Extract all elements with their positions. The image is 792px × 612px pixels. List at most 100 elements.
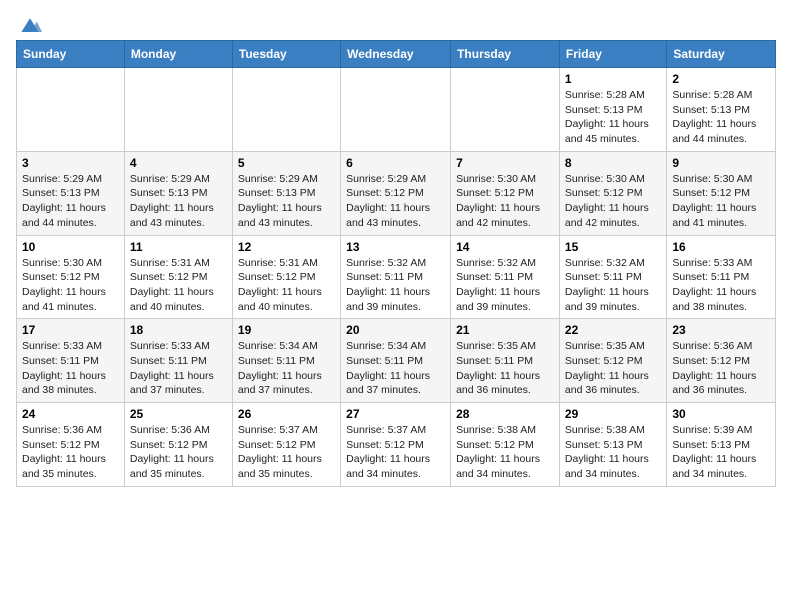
calendar-cell: 24 Sunrise: 5:36 AM Sunset: 5:12 PM Dayli…	[17, 403, 125, 487]
calendar-cell: 25 Sunrise: 5:36 AM Sunset: 5:12 PM Dayli…	[124, 403, 232, 487]
weekday-header-sunday: Sunday	[17, 41, 125, 68]
day-info: Sunrise: 5:37 AM Sunset: 5:12 PM Dayligh…	[346, 423, 445, 482]
day-info: Sunrise: 5:34 AM Sunset: 5:11 PM Dayligh…	[346, 339, 445, 398]
day-number: 1	[565, 72, 661, 86]
logo	[16, 16, 42, 32]
day-number: 22	[565, 323, 661, 337]
calendar-cell: 12 Sunrise: 5:31 AM Sunset: 5:12 PM Dayli…	[232, 235, 340, 319]
calendar-cell: 5 Sunrise: 5:29 AM Sunset: 5:13 PM Daylig…	[232, 151, 340, 235]
weekday-header-saturday: Saturday	[667, 41, 776, 68]
day-info: Sunrise: 5:36 AM Sunset: 5:12 PM Dayligh…	[130, 423, 227, 482]
calendar-cell: 29 Sunrise: 5:38 AM Sunset: 5:13 PM Dayli…	[559, 403, 666, 487]
calendar-cell: 2 Sunrise: 5:28 AM Sunset: 5:13 PM Daylig…	[667, 68, 776, 152]
calendar-cell: 30 Sunrise: 5:39 AM Sunset: 5:13 PM Dayli…	[667, 403, 776, 487]
day-info: Sunrise: 5:35 AM Sunset: 5:12 PM Dayligh…	[565, 339, 661, 398]
day-info: Sunrise: 5:33 AM Sunset: 5:11 PM Dayligh…	[22, 339, 119, 398]
calendar-cell: 13 Sunrise: 5:32 AM Sunset: 5:11 PM Dayli…	[341, 235, 451, 319]
calendar-cell: 19 Sunrise: 5:34 AM Sunset: 5:11 PM Dayli…	[232, 319, 340, 403]
weekday-header-monday: Monday	[124, 41, 232, 68]
calendar-cell: 3Sunrise: 5:29 AM Sunset: 5:13 PM Daylig…	[17, 151, 125, 235]
calendar-cell: 26 Sunrise: 5:37 AM Sunset: 5:12 PM Dayli…	[232, 403, 340, 487]
calendar-cell: 4 Sunrise: 5:29 AM Sunset: 5:13 PM Daylig…	[124, 151, 232, 235]
calendar-cell: 10Sunrise: 5:30 AM Sunset: 5:12 PM Dayli…	[17, 235, 125, 319]
page-header	[16, 16, 776, 32]
day-number: 25	[130, 407, 227, 421]
day-number: 26	[238, 407, 335, 421]
calendar-table: SundayMondayTuesdayWednesdayThursdayFrid…	[16, 40, 776, 487]
day-info: Sunrise: 5:29 AM Sunset: 5:13 PM Dayligh…	[130, 172, 227, 231]
calendar-cell: 9Sunrise: 5:30 AM Sunset: 5:12 PM Daylig…	[667, 151, 776, 235]
day-number: 29	[565, 407, 661, 421]
calendar-week-row: 3Sunrise: 5:29 AM Sunset: 5:13 PM Daylig…	[17, 151, 776, 235]
calendar-cell: 8 Sunrise: 5:30 AM Sunset: 5:12 PM Daylig…	[559, 151, 666, 235]
calendar-week-row: 1 Sunrise: 5:28 AM Sunset: 5:13 PM Daylig…	[17, 68, 776, 152]
day-number: 12	[238, 240, 335, 254]
day-info: Sunrise: 5:36 AM Sunset: 5:12 PM Dayligh…	[22, 423, 119, 482]
calendar-cell	[232, 68, 340, 152]
day-info: Sunrise: 5:29 AM Sunset: 5:13 PM Dayligh…	[22, 172, 119, 231]
day-info: Sunrise: 5:30 AM Sunset: 5:12 PM Dayligh…	[456, 172, 554, 231]
day-info: Sunrise: 5:33 AM Sunset: 5:11 PM Dayligh…	[130, 339, 227, 398]
calendar-week-row: 24 Sunrise: 5:36 AM Sunset: 5:12 PM Dayli…	[17, 403, 776, 487]
day-info: Sunrise: 5:33 AM Sunset: 5:11 PM Dayligh…	[672, 256, 770, 315]
day-info: Sunrise: 5:39 AM Sunset: 5:13 PM Dayligh…	[672, 423, 770, 482]
day-number: 23	[672, 323, 770, 337]
day-info: Sunrise: 5:36 AM Sunset: 5:12 PM Dayligh…	[672, 339, 770, 398]
calendar-cell: 7 Sunrise: 5:30 AM Sunset: 5:12 PM Daylig…	[451, 151, 560, 235]
day-number: 24	[22, 407, 119, 421]
calendar-cell: 6 Sunrise: 5:29 AM Sunset: 5:12 PM Daylig…	[341, 151, 451, 235]
calendar-cell: 15 Sunrise: 5:32 AM Sunset: 5:11 PM Dayli…	[559, 235, 666, 319]
calendar-cell: 28 Sunrise: 5:38 AM Sunset: 5:12 PM Dayli…	[451, 403, 560, 487]
day-number: 4	[130, 156, 227, 170]
day-info: Sunrise: 5:38 AM Sunset: 5:12 PM Dayligh…	[456, 423, 554, 482]
logo-icon	[18, 16, 42, 36]
calendar-cell: 23 Sunrise: 5:36 AM Sunset: 5:12 PM Dayli…	[667, 319, 776, 403]
day-info: Sunrise: 5:30 AM Sunset: 5:12 PM Dayligh…	[22, 256, 119, 315]
calendar-cell: 21 Sunrise: 5:35 AM Sunset: 5:11 PM Dayli…	[451, 319, 560, 403]
day-info: Sunrise: 5:34 AM Sunset: 5:11 PM Dayligh…	[238, 339, 335, 398]
day-info: Sunrise: 5:38 AM Sunset: 5:13 PM Dayligh…	[565, 423, 661, 482]
calendar-cell: 14 Sunrise: 5:32 AM Sunset: 5:11 PM Dayli…	[451, 235, 560, 319]
day-number: 2	[672, 72, 770, 86]
day-number: 16	[672, 240, 770, 254]
day-number: 17	[22, 323, 119, 337]
day-number: 14	[456, 240, 554, 254]
day-number: 8	[565, 156, 661, 170]
weekday-header-friday: Friday	[559, 41, 666, 68]
day-info: Sunrise: 5:29 AM Sunset: 5:13 PM Dayligh…	[238, 172, 335, 231]
day-number: 20	[346, 323, 445, 337]
calendar-cell	[341, 68, 451, 152]
calendar-cell: 16 Sunrise: 5:33 AM Sunset: 5:11 PM Dayli…	[667, 235, 776, 319]
weekday-header-thursday: Thursday	[451, 41, 560, 68]
day-info: Sunrise: 5:37 AM Sunset: 5:12 PM Dayligh…	[238, 423, 335, 482]
day-number: 9	[672, 156, 770, 170]
calendar-cell: 1Sunrise: 5:28 AM Sunset: 5:13 PM Daylig…	[559, 68, 666, 152]
weekday-header-tuesday: Tuesday	[232, 41, 340, 68]
day-number: 30	[672, 407, 770, 421]
day-number: 6	[346, 156, 445, 170]
day-info: Sunrise: 5:35 AM Sunset: 5:11 PM Dayligh…	[456, 339, 554, 398]
day-number: 27	[346, 407, 445, 421]
day-info: Sunrise: 5:31 AM Sunset: 5:12 PM Dayligh…	[238, 256, 335, 315]
day-info: Sunrise: 5:30 AM Sunset: 5:12 PM Dayligh…	[565, 172, 661, 231]
calendar-cell: 18Sunrise: 5:33 AM Sunset: 5:11 PM Dayli…	[124, 319, 232, 403]
calendar-cell	[17, 68, 125, 152]
calendar-week-row: 17 Sunrise: 5:33 AM Sunset: 5:11 PM Dayli…	[17, 319, 776, 403]
calendar-week-row: 10Sunrise: 5:30 AM Sunset: 5:12 PM Dayli…	[17, 235, 776, 319]
day-number: 5	[238, 156, 335, 170]
day-info: Sunrise: 5:28 AM Sunset: 5:13 PM Dayligh…	[672, 88, 770, 147]
day-info: Sunrise: 5:32 AM Sunset: 5:11 PM Dayligh…	[346, 256, 445, 315]
calendar-cell	[124, 68, 232, 152]
day-number: 21	[456, 323, 554, 337]
day-number: 19	[238, 323, 335, 337]
calendar-header-row: SundayMondayTuesdayWednesdayThursdayFrid…	[17, 41, 776, 68]
day-info: Sunrise: 5:31 AM Sunset: 5:12 PM Dayligh…	[130, 256, 227, 315]
calendar-cell: 17 Sunrise: 5:33 AM Sunset: 5:11 PM Dayli…	[17, 319, 125, 403]
day-number: 13	[346, 240, 445, 254]
day-number: 15	[565, 240, 661, 254]
day-number: 7	[456, 156, 554, 170]
day-info: Sunrise: 5:29 AM Sunset: 5:12 PM Dayligh…	[346, 172, 445, 231]
day-number: 28	[456, 407, 554, 421]
day-info: Sunrise: 5:32 AM Sunset: 5:11 PM Dayligh…	[565, 256, 661, 315]
day-info: Sunrise: 5:32 AM Sunset: 5:11 PM Dayligh…	[456, 256, 554, 315]
